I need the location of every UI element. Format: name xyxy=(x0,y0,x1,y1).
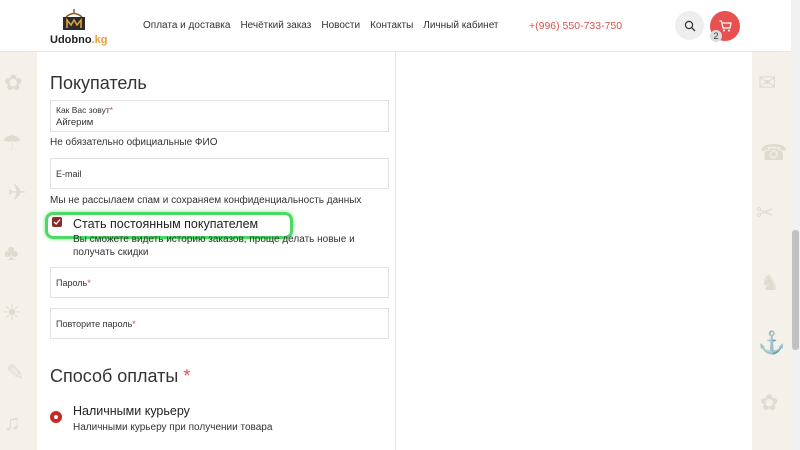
search-icon xyxy=(684,20,695,31)
search-button[interactable] xyxy=(675,11,704,40)
name-field-value: Айгерим xyxy=(56,117,94,128)
payment-option-description: Наличными курьеру при получении товара xyxy=(73,422,273,433)
name-field-label: Как Вас зовут* xyxy=(56,105,114,115)
column-divider xyxy=(395,52,396,450)
regular-customer-label[interactable]: Стать постоянным покупателем xyxy=(73,217,258,231)
page-scrollbar[interactable] xyxy=(791,0,800,450)
nav-contacts[interactable]: Контакты xyxy=(370,20,413,31)
email-field-placeholder: E-mail xyxy=(56,169,82,179)
nav-account[interactable]: Личный кабинет xyxy=(423,20,498,31)
payment-option-radio[interactable] xyxy=(50,411,62,423)
regular-customer-description: Вы сможете видеть историю заказов, проще… xyxy=(73,234,355,258)
nav-payment-delivery[interactable]: Оплата и доставка xyxy=(143,20,230,31)
cart-count-badge: 2 xyxy=(710,30,722,42)
site-logo[interactable]: Udobno.kg xyxy=(50,8,110,48)
password-field[interactable]: Пароль* xyxy=(50,267,389,298)
buyer-section-title: Покупатель xyxy=(50,73,147,93)
email-hint: Мы не рассылаем спам и сохраняем конфиде… xyxy=(50,195,362,206)
cart-icon xyxy=(719,20,732,32)
phone-number[interactable]: +(996) 550-733-750 xyxy=(529,20,622,32)
regular-customer-checkbox[interactable] xyxy=(52,217,62,227)
repeat-password-field-label: Повторите пароль* xyxy=(56,319,136,329)
logo-text: Udobno.kg xyxy=(50,34,108,46)
email-field[interactable]: E-mail xyxy=(50,158,389,189)
payment-section-title: Способ оплаты * xyxy=(50,366,191,386)
name-field[interactable]: Как Вас зовут* Айгерим xyxy=(50,100,389,132)
main-nav: Оплата и доставка Нечёткий заказ Новости… xyxy=(143,20,509,31)
page-scrollbar-thumb[interactable] xyxy=(792,230,799,350)
payment-option-label[interactable]: Наличными курьеру xyxy=(73,404,190,418)
repeat-password-field[interactable]: Повторите пароль* xyxy=(50,308,389,339)
password-field-label: Пароль* xyxy=(56,278,91,288)
nav-fuzzy-order[interactable]: Нечёткий заказ xyxy=(240,20,311,31)
nav-news[interactable]: Новости xyxy=(321,20,360,31)
logo-icon xyxy=(63,9,85,30)
site-header: Udobno.kg Оплата и доставка Нечёткий зак… xyxy=(0,0,791,52)
check-icon xyxy=(53,219,61,225)
name-hint: Не обязательно официальные ФИО xyxy=(50,137,218,148)
